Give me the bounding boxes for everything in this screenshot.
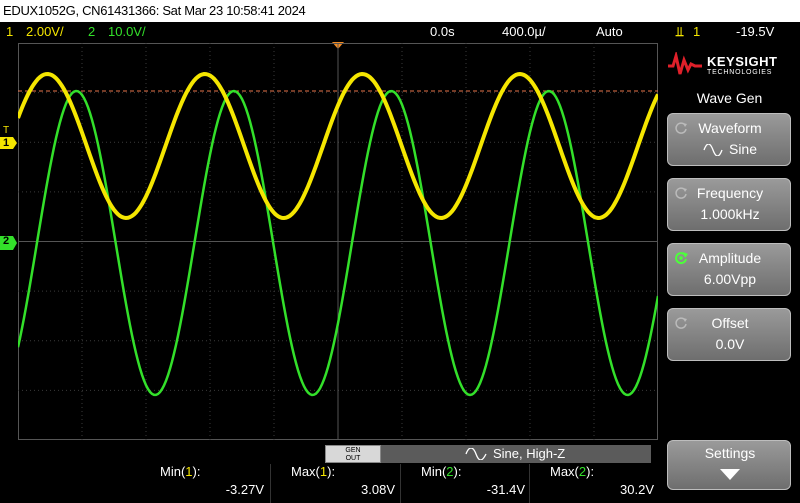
measurement-label: Min(1): bbox=[160, 464, 201, 479]
ch1-trigger-level-marker: T bbox=[3, 125, 10, 136]
frequency-label: Frequency bbox=[696, 185, 764, 201]
window-title-bar: EDUX1052G, CN61431366: Sat Mar 23 10:58:… bbox=[0, 0, 800, 22]
amplitude-softkey[interactable]: Amplitude 6.00Vpp bbox=[667, 243, 791, 296]
measurement-value: -3.27V bbox=[225, 482, 264, 497]
gen-out-line2: OUT bbox=[345, 455, 361, 462]
ch2-scale[interactable]: 10.0V/ bbox=[108, 22, 146, 42]
graticule bbox=[16, 43, 660, 440]
amplitude-label: Amplitude bbox=[698, 250, 762, 266]
wave-gen-status-text: Sine, High-Z bbox=[493, 446, 566, 461]
measurement-value: 30.2V bbox=[620, 482, 654, 497]
measurement-min-ch1[interactable]: Min(1): -3.27V bbox=[140, 464, 270, 503]
brand-name: KEYSIGHT bbox=[707, 54, 778, 69]
measurement-max-ch1[interactable]: Max(1): 3.08V bbox=[270, 464, 401, 503]
ch2-marker-label: 2 bbox=[3, 235, 10, 247]
measurement-value: -31.4V bbox=[486, 482, 525, 497]
offset-softkey[interactable]: Offset 0.0V bbox=[667, 308, 791, 361]
measurement-value: 3.08V bbox=[361, 482, 395, 497]
settings-label: Settings bbox=[704, 445, 756, 461]
measurement-min-ch2[interactable]: Min(2): -31.4V bbox=[400, 464, 531, 503]
waveform-value-text: Sine bbox=[728, 141, 758, 157]
ch1-scale[interactable]: 2.00V/ bbox=[26, 22, 64, 42]
trigger-level[interactable]: -19.5V bbox=[736, 22, 774, 42]
sine-icon bbox=[465, 448, 487, 460]
frequency-value: 1.000kHz bbox=[700, 206, 760, 222]
sine-icon bbox=[703, 143, 723, 157]
offset-label: Offset bbox=[711, 315, 749, 331]
trigger-edge-icon: ⫫ bbox=[676, 24, 684, 39]
time-offset[interactable]: 0.0s bbox=[430, 22, 455, 42]
window-title: EDUX1052G, CN61431366: Sat Mar 23 10:58:… bbox=[3, 3, 306, 18]
trigger-mode[interactable]: Auto bbox=[596, 22, 623, 42]
settings-softkey[interactable]: Settings bbox=[667, 440, 791, 490]
keysight-wave-icon bbox=[668, 52, 702, 75]
measurement-max-ch2[interactable]: Max(2): 30.2V bbox=[529, 464, 660, 503]
ch2-number[interactable]: 2 bbox=[88, 22, 95, 42]
scope-status-bar: 1 2.00V/ 2 10.0V/ 0.0s 400.0µ/ Auto ⫫ 1 … bbox=[0, 22, 800, 42]
measurement-label: Min(2): bbox=[421, 464, 462, 479]
wave-gen-panel: KEYSIGHT TECHNOLOGIES Wave Gen Waveform … bbox=[659, 43, 800, 503]
offset-value: 0.0V bbox=[715, 336, 745, 352]
trigger-source[interactable]: 1 bbox=[693, 22, 700, 42]
brand-subtitle: TECHNOLOGIES bbox=[707, 69, 773, 76]
measurement-label: Max(1): bbox=[291, 464, 336, 479]
ch1-marker-label: 1 bbox=[3, 137, 10, 149]
arrow-down-icon bbox=[720, 469, 740, 480]
timebase[interactable]: 400.0µ/ bbox=[502, 22, 546, 42]
panel-title: Wave Gen bbox=[696, 90, 763, 106]
bottom-bar: GEN OUT Sine, High-Z Min(1): -3.27V Max(… bbox=[0, 440, 659, 503]
wave-gen-status: Sine, High-Z bbox=[381, 445, 651, 463]
waveform-value: Sine bbox=[668, 141, 792, 157]
gen-out-button[interactable]: GEN OUT bbox=[325, 445, 381, 463]
amplitude-value: 6.00Vpp bbox=[703, 271, 757, 287]
waveform-label: Waveform bbox=[698, 120, 762, 136]
ch1-number[interactable]: 1 bbox=[6, 22, 13, 42]
frequency-softkey[interactable]: Frequency 1.000kHz bbox=[667, 178, 791, 231]
measurement-label: Max(2): bbox=[550, 464, 595, 479]
waveform-display[interactable] bbox=[16, 43, 660, 440]
waveform-softkey[interactable]: Waveform Sine bbox=[667, 113, 791, 166]
gen-out-line1: GEN bbox=[345, 447, 361, 454]
keysight-logo: KEYSIGHT TECHNOLOGIES bbox=[667, 47, 795, 81]
